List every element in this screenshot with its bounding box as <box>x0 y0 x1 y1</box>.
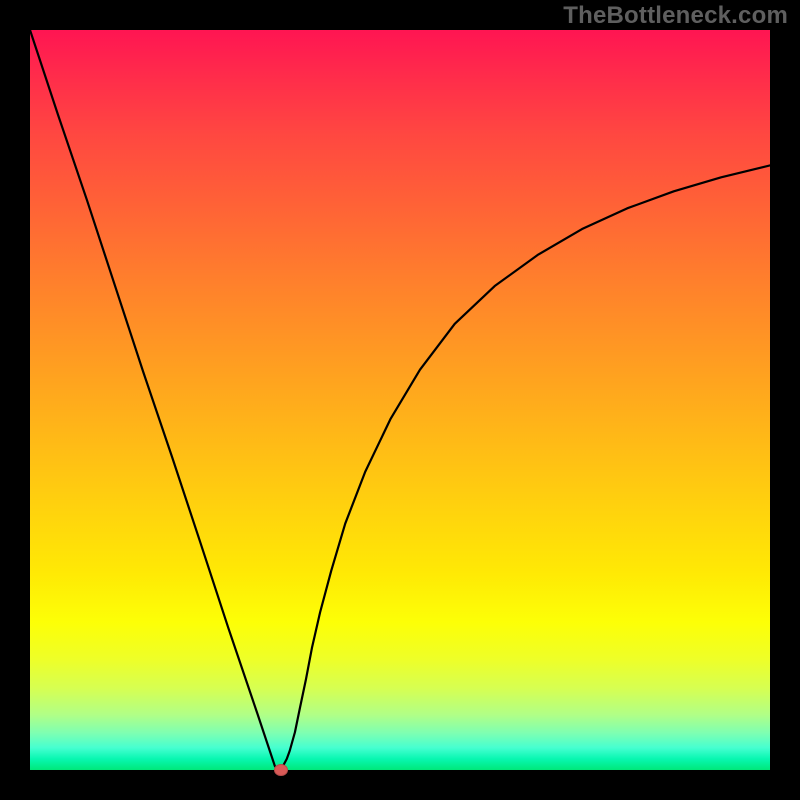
plot-area <box>30 30 770 770</box>
trough-marker-icon <box>274 764 288 776</box>
watermark-text: TheBottleneck.com <box>563 2 788 30</box>
bottleneck-curve <box>30 30 770 770</box>
chart-canvas: TheBottleneck.com <box>0 0 800 800</box>
plot-svg <box>30 30 770 770</box>
